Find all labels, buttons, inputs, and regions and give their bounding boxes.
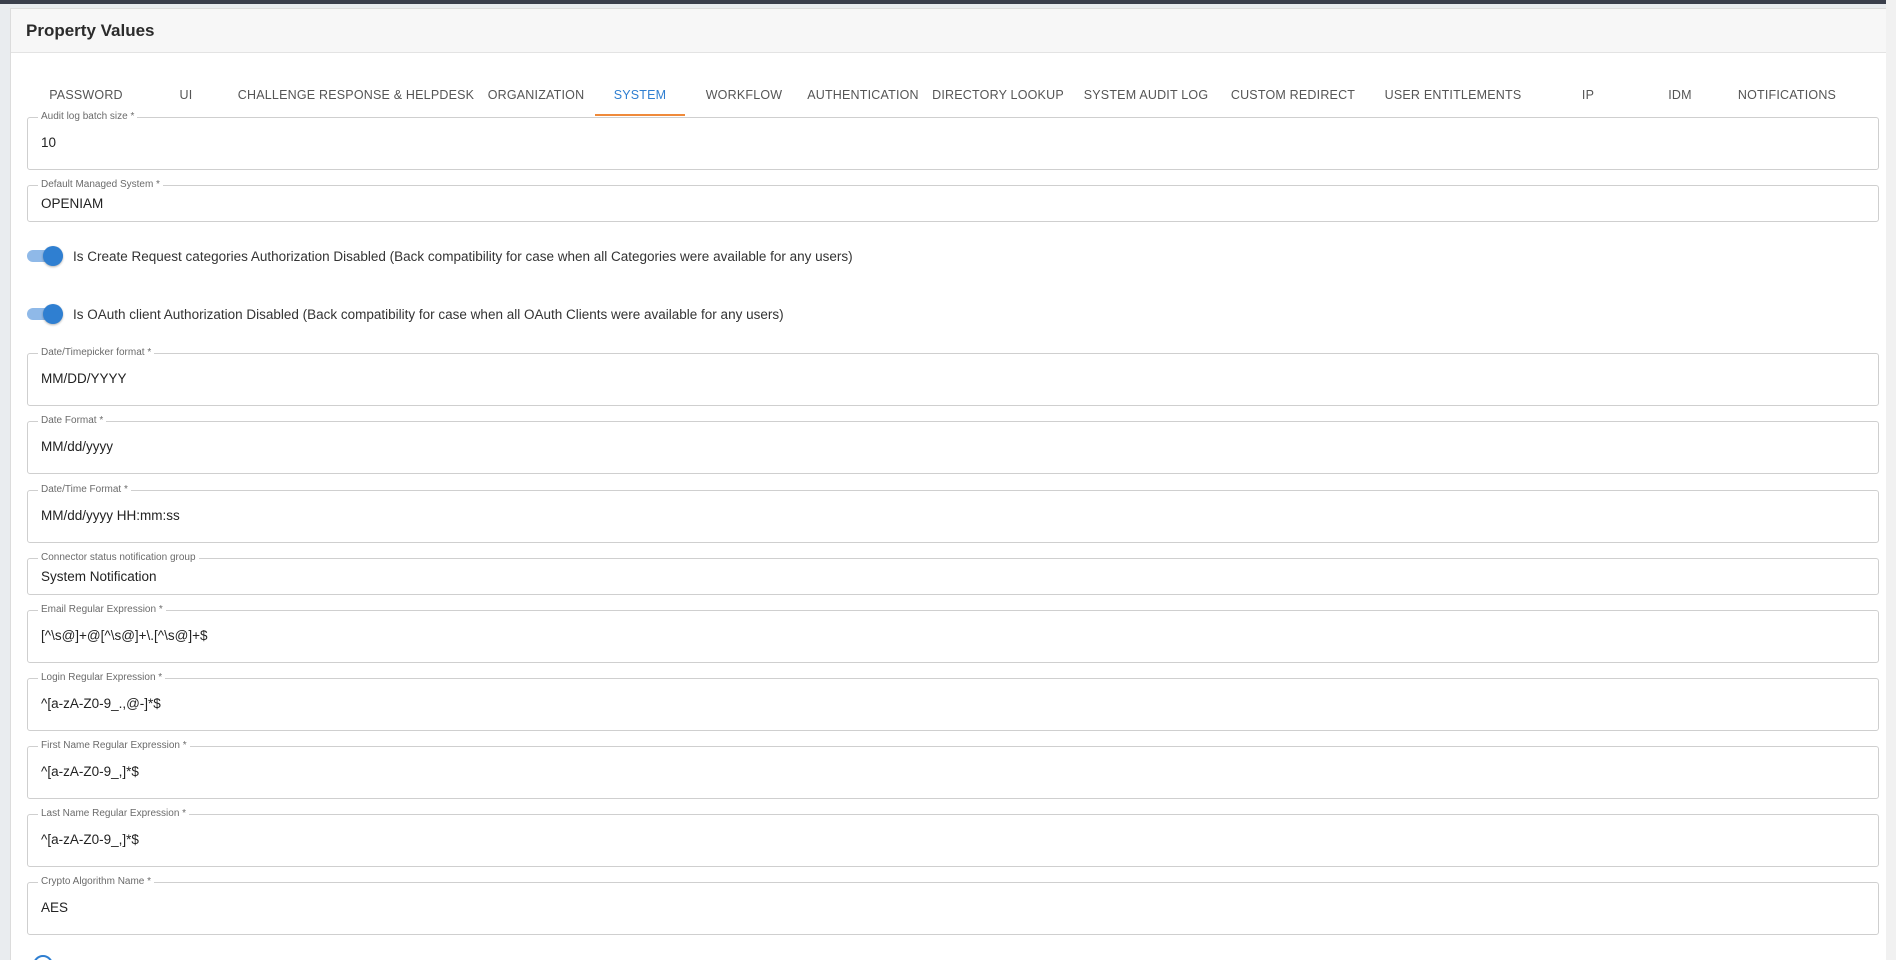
oauth-client-label: Is OAuth client Authorization Disabled (… [73,306,784,322]
field-label: Login Regular Expression * [38,672,166,684]
email-regex-input[interactable]: [^\s@]+@[^\s@]+\.[^\s@]+$ [41,628,208,643]
oauth-client-toggle[interactable] [27,304,63,324]
connector-status-group-select[interactable]: Connector status notification group Syst… [27,552,1879,595]
tab-authentication[interactable]: AUTHENTICATION [803,75,923,114]
audit-log-batch-size-field[interactable]: Audit log batch size * 10 [27,111,1879,170]
field-label: Email Regular Expression * [38,604,166,616]
tab-ip[interactable]: IP [1543,75,1633,114]
date-format-field[interactable]: Date Format * MM/dd/yyyy [27,415,1879,474]
toggle-knob [43,246,63,266]
field-label: Audit log batch size * [38,111,138,123]
first-name-regex-field[interactable]: First Name Regular Expression * ^[a-zA-Z… [27,740,1879,799]
crypto-algorithm-input[interactable]: AES [41,900,68,915]
login-regex-input[interactable]: ^[a-zA-Z0-9_.,@-]*$ [41,696,161,711]
create-request-categories-label: Is Create Request categories Authorizati… [73,248,853,264]
field-label: First Name Regular Expression * [38,740,190,752]
create-request-categories-toggle-row: Is Create Request categories Authorizati… [27,244,853,268]
date-time-format-input[interactable]: MM/dd/yyyy HH:mm:ss [41,508,180,523]
audit-log-batch-size-input[interactable]: 10 [41,135,56,150]
default-managed-system-value[interactable]: OPENIAM [41,196,103,211]
connector-status-group-value[interactable]: System Notification [41,569,157,584]
tab-custom-redirect[interactable]: CUSTOM REDIRECT [1223,75,1363,114]
date-timepicker-format-field[interactable]: Date/Timepicker format * MM/DD/YYYY [27,347,1879,406]
tab-workflow[interactable]: WORKFLOW [689,75,799,114]
tab-directory-lookup[interactable]: DIRECTORY LOOKUP [927,75,1069,114]
scrollbar[interactable] [1886,0,1896,960]
date-format-input[interactable]: MM/dd/yyyy [41,439,113,454]
crypto-algorithm-field[interactable]: Crypto Algorithm Name * AES [27,876,1879,935]
create-request-categories-toggle[interactable] [27,246,63,266]
first-name-regex-input[interactable]: ^[a-zA-Z0-9_,]*$ [41,764,139,779]
default-managed-system-select[interactable]: Default Managed System * OPENIAM [27,179,1879,222]
field-label: Last Name Regular Expression * [38,808,190,820]
field-label: Crypto Algorithm Name * [38,876,155,888]
field-label: Default Managed System * [38,179,163,191]
tab-system-audit-log[interactable]: SYSTEM AUDIT LOG [1073,75,1219,114]
last-name-regex-field[interactable]: Last Name Regular Expression * ^[a-zA-Z0… [27,808,1879,867]
email-regex-field[interactable]: Email Regular Expression * [^\s@]+@[^\s@… [27,604,1879,663]
tab-bar: PASSWORD UI CHALLENGE RESPONSE & HELPDES… [11,75,1896,116]
tab-organization[interactable]: ORGANIZATION [481,75,591,114]
field-label: Connector status notification group [38,552,199,564]
tab-user-entitlements[interactable]: USER ENTITLEMENTS [1367,75,1539,114]
login-regex-field[interactable]: Login Regular Expression * ^[a-zA-Z0-9_.… [27,672,1879,731]
tab-challenge-response-helpdesk[interactable]: CHALLENGE RESPONSE & HELPDESK [233,75,479,114]
field-label: Date Format * [38,415,107,427]
top-strip [0,0,1896,4]
field-label: Date/Time Format * [38,484,131,496]
oauth-client-toggle-row: Is OAuth client Authorization Disabled (… [27,302,784,326]
panel-header: Property Values [11,9,1896,53]
tab-idm[interactable]: IDM [1635,75,1725,114]
panel-title: Property Values [26,20,155,40]
tab-system[interactable]: SYSTEM [595,75,685,116]
date-time-format-field[interactable]: Date/Time Format * MM/dd/yyyy HH:mm:ss [27,484,1879,543]
tab-ui[interactable]: UI [141,75,231,114]
toggle-knob [43,304,63,324]
date-timepicker-format-input[interactable]: MM/DD/YYYY [41,371,127,386]
property-values-panel: Property Values PASSWORD UI CHALLENGE RE… [10,8,1896,960]
last-name-regex-input[interactable]: ^[a-zA-Z0-9_,]*$ [41,832,139,847]
tab-notifications[interactable]: NOTIFICATIONS [1727,75,1847,114]
field-label: Date/Timepicker format * [38,347,155,359]
tab-password[interactable]: PASSWORD [33,75,139,114]
